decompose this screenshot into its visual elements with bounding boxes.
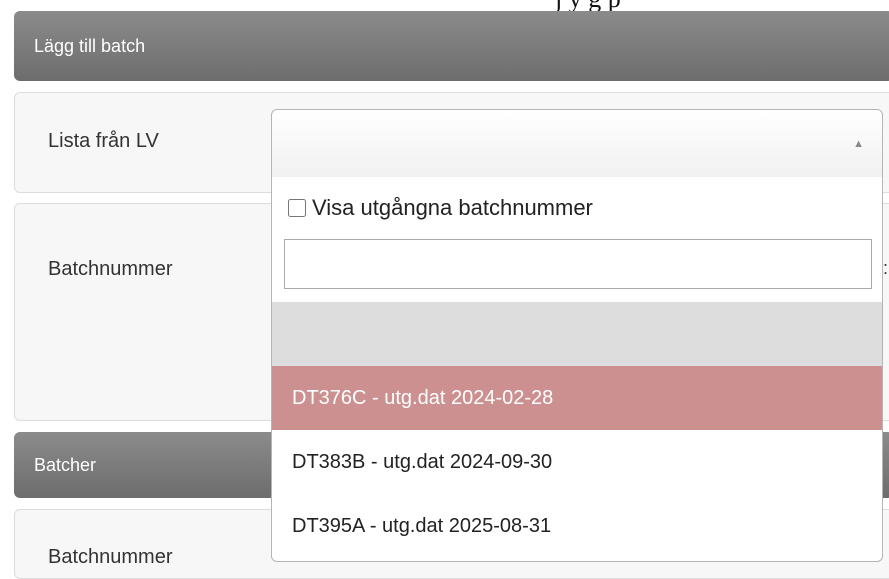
batches-batch-number-label: Batchnummer bbox=[48, 546, 173, 568]
option-label: DT376C - utg.dat 2024-02-28 bbox=[292, 386, 554, 409]
partial-field-edge: : bbox=[883, 258, 889, 278]
show-expired-label: Visa utgångna batchnummer bbox=[312, 195, 593, 220]
dropdown-option-dt376c[interactable]: DT376C - utg.dat 2024-02-28 bbox=[272, 366, 882, 430]
show-expired-checkbox[interactable] bbox=[288, 199, 306, 217]
option-label: DT395A - utg.dat 2025-08-31 bbox=[292, 514, 552, 537]
add-batch-header: Lägg till batch bbox=[14, 11, 889, 81]
batches-title: Batcher bbox=[34, 454, 97, 475]
dropdown-search-input[interactable] bbox=[284, 239, 872, 289]
lv-list-select[interactable]: ▲ bbox=[271, 109, 883, 177]
list-label: Lista från LV bbox=[48, 130, 159, 152]
batch-number-label: Batchnummer bbox=[48, 258, 173, 280]
lv-list-dropdown: Visa utgångna batchnummer DT376C - utg.d… bbox=[271, 177, 883, 562]
dropdown-option-empty[interactable] bbox=[272, 302, 882, 366]
dropdown-option-dt395a[interactable]: DT395A - utg.dat 2025-08-31 bbox=[272, 494, 882, 558]
show-expired-checkbox-row[interactable]: Visa utgångna batchnummer bbox=[288, 195, 593, 221]
chevron-up-icon: ▲ bbox=[853, 138, 864, 150]
option-label: DT383B - utg.dat 2024-09-30 bbox=[292, 450, 553, 473]
add-batch-title: Lägg till batch bbox=[34, 35, 146, 56]
dropdown-option-dt383b[interactable]: DT383B - utg.dat 2024-09-30 bbox=[272, 430, 882, 494]
